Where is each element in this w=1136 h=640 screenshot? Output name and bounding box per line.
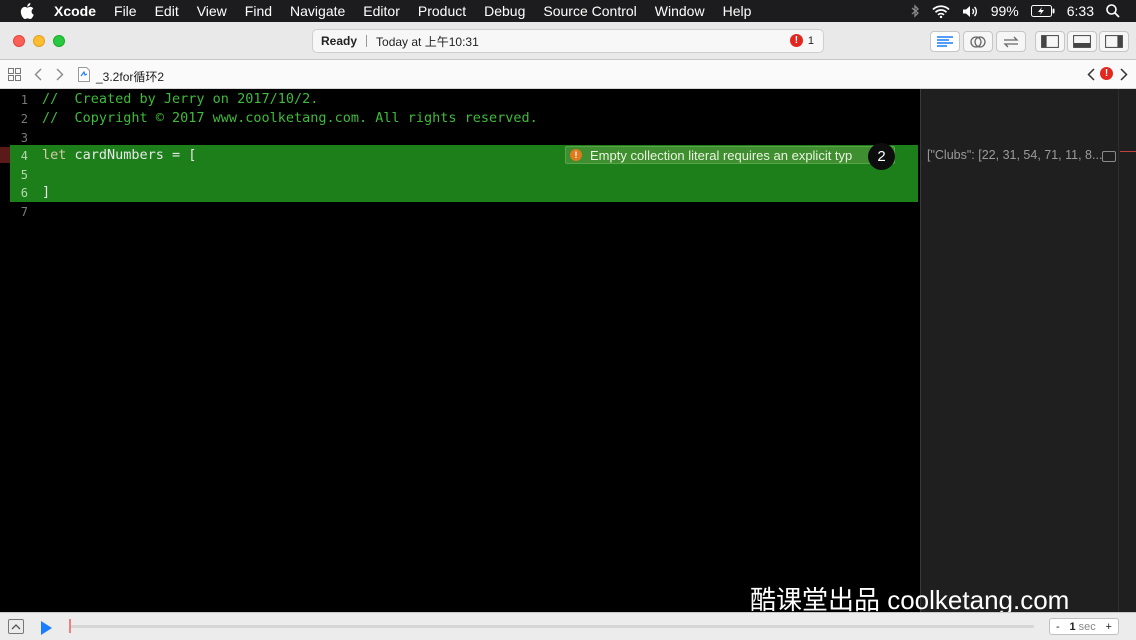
version-editor-button[interactable] [996,31,1026,52]
line-number: 4 [20,149,28,163]
apple-icon[interactable] [20,3,38,19]
activity-viewer[interactable]: Ready Today at 上午10:31 ! 1 [312,29,824,53]
error-icon: ! [570,149,582,161]
decrement-button[interactable]: - [1056,621,1060,633]
line-number: 5 [20,168,28,182]
menu-view[interactable]: View [197,3,227,19]
bluetooth-icon[interactable] [911,4,920,18]
sidebar-divider [1118,89,1119,612]
minimize-window-button[interactable] [33,35,45,47]
build-timestamp: Today at 上午10:31 [376,34,479,49]
wifi-icon[interactable] [932,4,950,18]
code-text: cardNumbers = [ [66,147,197,163]
menu-product[interactable]: Product [418,3,466,19]
error-message-text: Empty collection literal requires an exp… [590,147,853,163]
volume-icon[interactable] [962,5,979,18]
menu-edit[interactable]: Edit [155,3,179,19]
window-toolbar: Ready Today at 上午10:31 ! 1 [0,22,1136,60]
menu-app-xcode[interactable]: Xcode [54,3,96,19]
battery-percent: 99% [990,3,1019,19]
playground-file-icon [78,67,90,82]
error-icon: ! [789,34,803,47]
menu-editor[interactable]: Editor [363,3,400,19]
code-line[interactable]: // Copyright © 2017 www.coolketang.com. … [42,110,538,126]
clock-time[interactable]: 6:33 [1067,3,1094,19]
previous-issue-chevron-icon[interactable] [1087,68,1095,81]
code-line[interactable]: let cardNumbers = [ [42,147,196,163]
error-count: 1 [807,34,814,47]
search-icon[interactable] [1106,4,1120,18]
menu-window[interactable]: Window [655,3,705,19]
close-window-button[interactable] [13,35,25,47]
result-value[interactable]: ["Clubs": [22, 31, 54, 71, 11, 8... [927,148,1102,162]
divider [366,35,368,47]
line-number: 7 [20,205,28,219]
toggle-debug-area-icon[interactable] [8,619,24,634]
debug-bar: - 1 sec + [0,612,1136,640]
menu-navigate[interactable]: Navigate [290,3,345,19]
quick-look-icon[interactable] [1102,151,1116,162]
line-number: 6 [20,186,28,200]
code-line[interactable]: ] [42,184,50,200]
utilities-toggle-button[interactable] [1099,31,1129,52]
timeline-scrubber[interactable] [69,619,71,633]
code-line[interactable]: // Created by Jerry on 2017/10/2. [42,91,318,107]
line-number: 1 [20,93,28,107]
results-sidebar: ["Clubs": [22, 31, 54, 71, 11, 8... [920,89,1136,612]
increment-button[interactable]: + [1106,621,1112,633]
menu-bar: Xcode File Edit View Find Navigate Edito… [0,0,1136,22]
step-badge: 2 [868,143,895,170]
source-editor[interactable]: 1 // Created by Jerry on 2017/10/2. 2 //… [0,89,920,612]
duration-value: 1 sec [1069,620,1096,633]
related-items-icon[interactable] [8,68,21,81]
issue-count[interactable]: ! 1 [789,34,814,47]
menu-find[interactable]: Find [245,3,272,19]
issue-error-icon[interactable]: ! [1100,67,1113,80]
line-number: 2 [20,112,28,126]
status-menus: 99% 6:33 [911,0,1120,22]
breadcrumb-filename[interactable]: _3.2for循环2 [96,68,164,85]
menu-debug[interactable]: Debug [484,3,525,19]
standard-editor-button[interactable] [930,31,960,52]
keyword-let: let [42,147,67,163]
battery-icon[interactable] [1030,5,1055,17]
jump-bar: _3.2for循环2 ! [0,60,1136,89]
menu-help[interactable]: Help [723,3,752,19]
build-status: Ready [321,34,358,48]
back-chevron-icon[interactable] [34,68,42,81]
line-number: 3 [20,131,28,145]
inline-error-message[interactable]: ! Empty collection literal requires an e… [565,146,895,164]
menu-source-control[interactable]: Source Control [543,3,636,19]
debug-area-toggle-button[interactable] [1067,31,1097,52]
zoom-window-button[interactable] [53,35,65,47]
menu-file[interactable]: File [114,3,137,19]
duration-stepper[interactable]: - 1 sec + [1049,618,1119,635]
next-issue-chevron-icon[interactable] [1120,68,1128,81]
timeline-track[interactable] [70,625,1034,628]
forward-chevron-icon[interactable] [56,68,64,81]
navigator-toggle-button[interactable] [1035,31,1065,52]
error-line-marker [1120,151,1136,152]
run-playground-icon[interactable] [41,621,52,635]
assistant-editor-button[interactable] [963,31,993,52]
